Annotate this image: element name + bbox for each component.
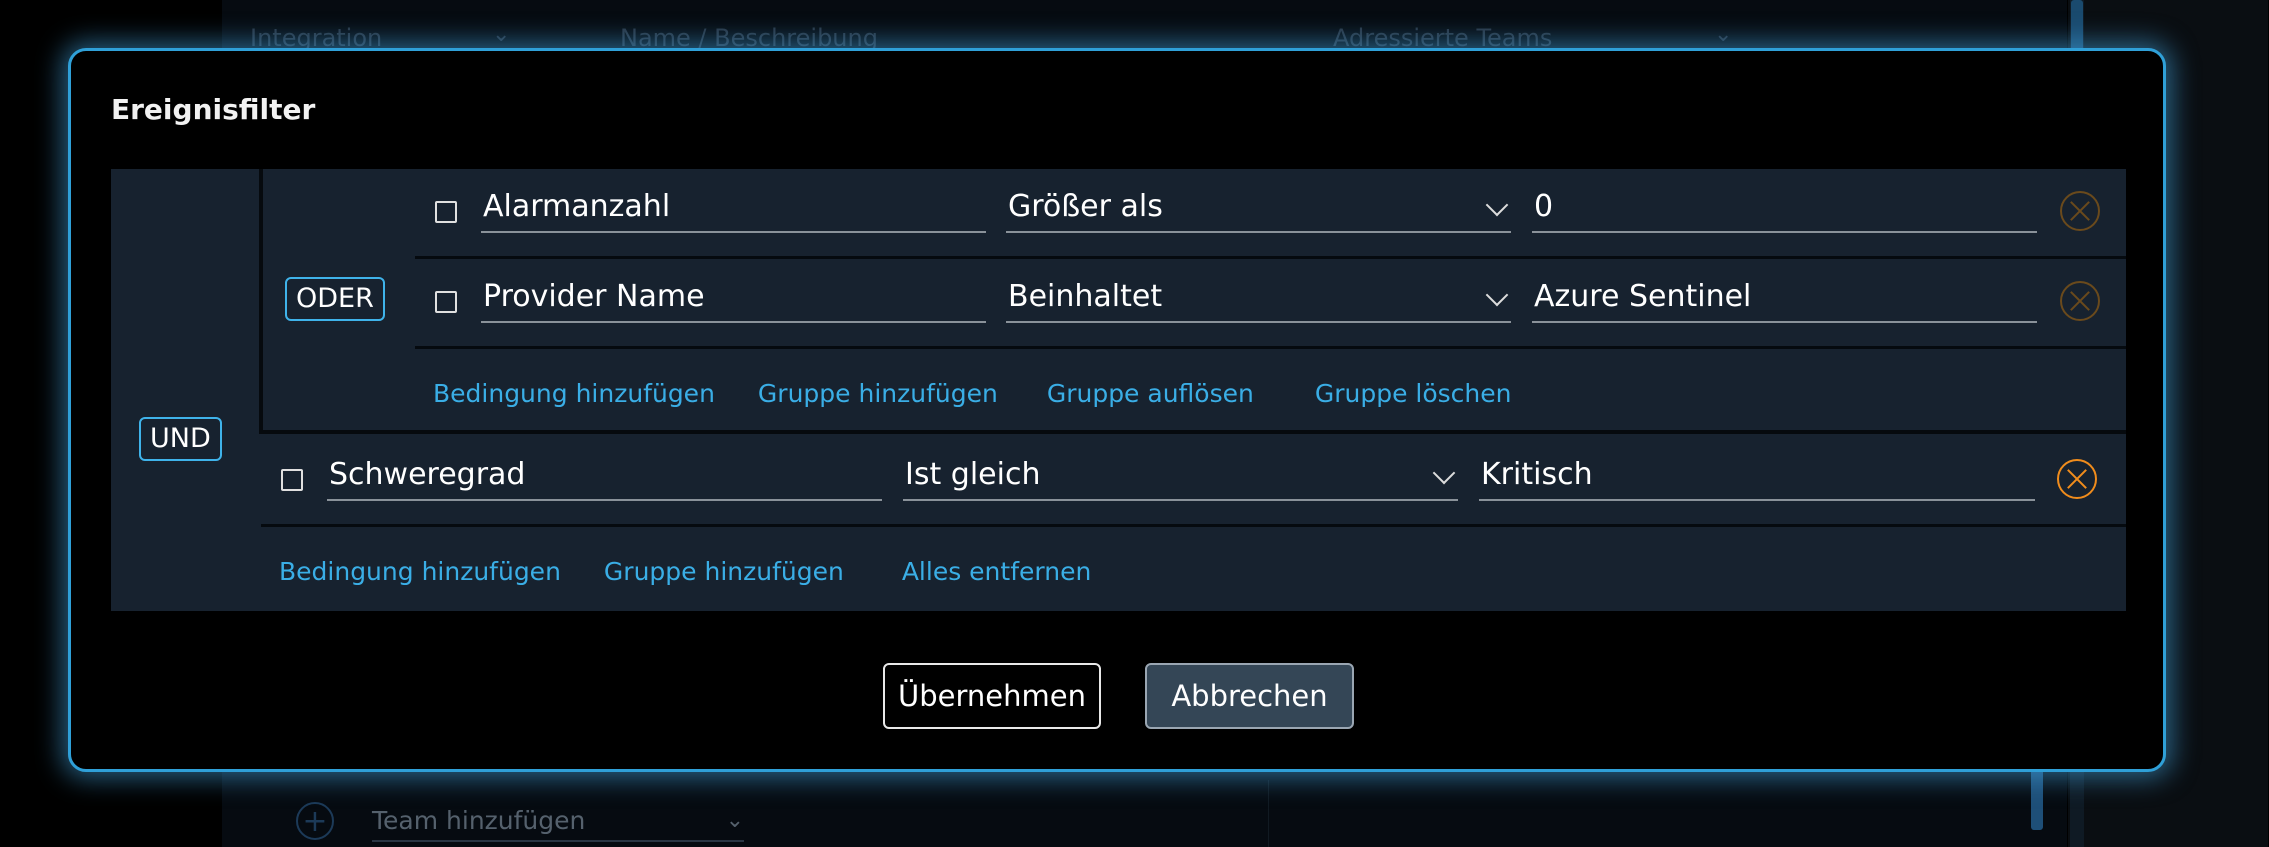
background-divider xyxy=(1268,780,1269,847)
chevron-down-icon xyxy=(1485,283,1509,307)
condition-checkbox[interactable] xyxy=(435,201,457,223)
add-condition-link[interactable]: Bedingung hinzufügen xyxy=(279,557,561,586)
condition-field-input[interactable]: Provider Name xyxy=(481,277,986,323)
condition-operator-value: Beinhaltet xyxy=(1008,279,1163,314)
condition-field-input[interactable]: Schweregrad xyxy=(327,455,882,501)
condition-row: Schweregrad Ist gleich Kritisch xyxy=(261,437,2126,527)
team-select[interactable]: Team hinzufügen ⌄ xyxy=(372,800,744,842)
add-group-link[interactable]: Gruppe hinzufügen xyxy=(604,557,844,586)
group-operator-toggle[interactable]: ODER xyxy=(285,277,385,321)
condition-value-input[interactable]: 0 xyxy=(1532,187,2037,233)
condition-operator-value: Größer als xyxy=(1008,189,1163,224)
condition-checkbox[interactable] xyxy=(281,469,303,491)
cancel-button[interactable]: Abbrechen xyxy=(1145,663,1354,729)
condition-operator-select[interactable]: Ist gleich xyxy=(903,455,1458,501)
add-condition-link[interactable]: Bedingung hinzufügen xyxy=(433,379,715,408)
condition-operator-select[interactable]: Beinhaltet xyxy=(1006,277,1511,323)
group-actions: Bedingung hinzufügen Gruppe hinzufügen G… xyxy=(433,353,1512,433)
add-group-link[interactable]: Gruppe hinzufügen xyxy=(758,379,998,408)
add-team-icon[interactable]: + xyxy=(296,802,334,840)
chevron-down-icon: ⌄ xyxy=(492,22,511,47)
remove-all-link[interactable]: Alles entfernen xyxy=(902,557,1091,586)
remove-condition-icon[interactable] xyxy=(2057,459,2097,499)
event-filter-dialog: Ereignisfilter UND ODER Alarmanzahl Größ… xyxy=(68,48,2166,772)
root-actions: Bedingung hinzufügen Gruppe hinzufügen A… xyxy=(279,531,1091,611)
condition-row: Provider Name Beinhaltet Azure Sentinel xyxy=(415,259,2126,349)
chevron-down-icon xyxy=(1432,461,1456,485)
condition-operator-select[interactable]: Größer als xyxy=(1006,187,1511,233)
ungroup-link[interactable]: Gruppe auflösen xyxy=(1047,379,1254,408)
filter-builder: UND ODER Alarmanzahl Größer als 0 Provid… xyxy=(111,169,2126,611)
condition-row: Alarmanzahl Größer als 0 xyxy=(415,169,2126,259)
root-operator-toggle[interactable]: UND xyxy=(139,417,222,461)
condition-field-input[interactable]: Alarmanzahl xyxy=(481,187,986,233)
apply-button[interactable]: Übernehmen xyxy=(883,663,1101,729)
team-select-placeholder: Team hinzufügen xyxy=(372,805,586,835)
delete-group-link[interactable]: Gruppe löschen xyxy=(1315,379,1512,408)
remove-condition-icon[interactable] xyxy=(2060,281,2100,321)
group-operator-column: ODER xyxy=(263,169,411,430)
chevron-down-icon: ⌄ xyxy=(725,807,744,833)
remove-condition-icon[interactable] xyxy=(2060,191,2100,231)
chevron-down-icon: ⌄ xyxy=(1714,22,1733,47)
condition-value-input[interactable]: Azure Sentinel xyxy=(1532,277,2037,323)
root-operator-column: UND xyxy=(111,169,257,611)
condition-group: ODER Alarmanzahl Größer als 0 Provider N… xyxy=(259,169,2126,434)
chevron-down-icon xyxy=(1485,193,1509,217)
condition-checkbox[interactable] xyxy=(435,291,457,313)
condition-operator-value: Ist gleich xyxy=(905,457,1041,492)
dialog-title: Ereignisfilter xyxy=(111,93,316,126)
condition-value-input[interactable]: Kritisch xyxy=(1479,455,2035,501)
